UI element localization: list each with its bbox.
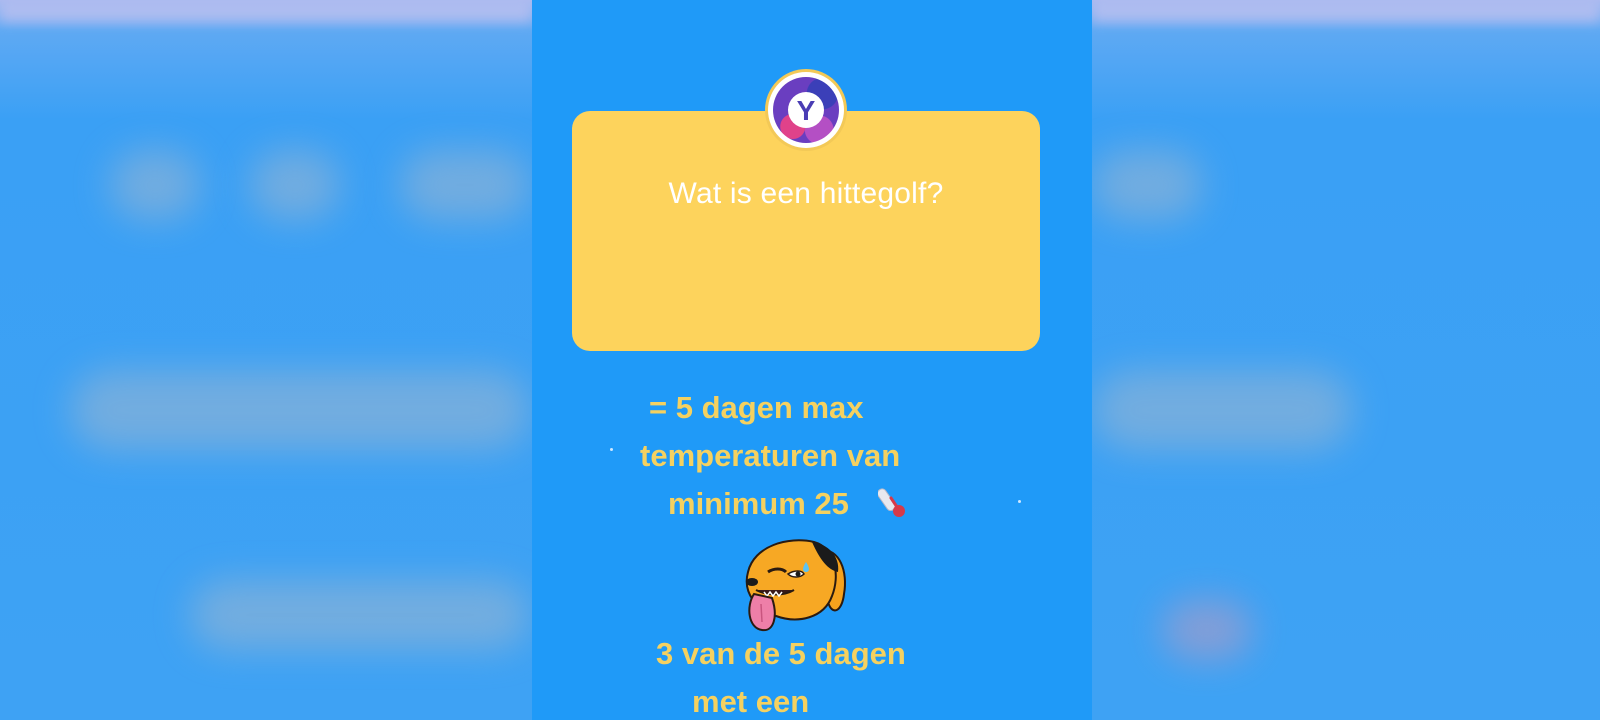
blurred-background-left (0, 0, 532, 720)
sweating-dog-sticker (745, 539, 846, 632)
answer-line-5: met een (692, 684, 810, 719)
blurred-background-right (1092, 0, 1600, 720)
question-text: Wat is een hittegolf? (668, 177, 944, 210)
avatar[interactable]: Y (768, 72, 844, 148)
answer-line-1: = 5 dagen max (649, 390, 864, 425)
answer-line-2: temperaturen van (640, 438, 901, 473)
thermometer-icon (878, 488, 905, 517)
avatar-letter: Y (788, 92, 824, 128)
answer-line-3: minimum 25 (668, 486, 849, 521)
answer-line-4: 3 van de 5 dagen (656, 636, 906, 671)
sparkle-dot (1018, 500, 1021, 503)
sparkle-dot (610, 448, 613, 451)
story-panel: Wat is een hittegolf? Y = 5 dagen max te… (532, 0, 1092, 720)
